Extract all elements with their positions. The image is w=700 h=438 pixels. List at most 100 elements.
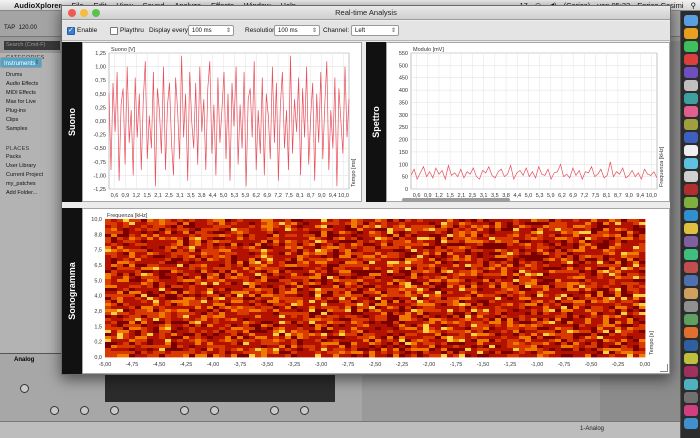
heatmap-cell bbox=[477, 246, 484, 250]
dock-app-icon[interactable] bbox=[684, 93, 698, 104]
browser-item-user-library[interactable]: User Library bbox=[0, 162, 61, 171]
knob-5[interactable] bbox=[180, 406, 189, 415]
dock-app-icon[interactable] bbox=[684, 80, 698, 91]
browser-item-instruments[interactable]: Instruments bbox=[0, 57, 43, 68]
heatmap-cells bbox=[105, 219, 646, 358]
heatmap-cell bbox=[537, 354, 544, 358]
spotlight-icon[interactable]: ⚲ bbox=[691, 1, 697, 10]
playthru-checkbox[interactable] bbox=[110, 27, 118, 35]
dock-app-icon[interactable] bbox=[684, 132, 698, 143]
dock-app-icon[interactable] bbox=[684, 353, 698, 364]
tap-button[interactable]: TAP bbox=[4, 25, 15, 31]
browser-search-input[interactable]: Search (Cmd-F) bbox=[4, 41, 60, 50]
browser-item-max-for-live[interactable]: Max for Live bbox=[0, 98, 61, 107]
browser-item-packs[interactable]: Packs bbox=[0, 153, 61, 162]
dock-app-icon[interactable] bbox=[684, 41, 698, 52]
knob-4[interactable] bbox=[110, 406, 119, 415]
heatmap-cell bbox=[327, 279, 334, 283]
dock-app-icon[interactable] bbox=[684, 314, 698, 325]
menu-app-name[interactable]: AudioXplorer bbox=[14, 1, 62, 10]
heatmap-cell bbox=[447, 309, 454, 313]
knob-2[interactable] bbox=[50, 406, 59, 415]
browser-item-midi-effects[interactable]: MIDI Effects bbox=[0, 89, 61, 98]
heatmap-cell bbox=[453, 348, 460, 352]
dock-app-icon[interactable] bbox=[684, 223, 698, 234]
zoom-icon[interactable] bbox=[92, 9, 100, 17]
tempo-value[interactable]: 120.00 bbox=[19, 25, 37, 31]
browser-item-drums[interactable]: Drums bbox=[0, 71, 61, 80]
dock-app-icon[interactable] bbox=[684, 379, 698, 390]
dock-app-icon[interactable] bbox=[684, 54, 698, 65]
knob-7[interactable] bbox=[270, 406, 279, 415]
dock-app-icon[interactable] bbox=[684, 145, 698, 156]
browser-item-my-patches[interactable]: my_patches bbox=[0, 180, 61, 189]
sonogram-chart[interactable]: 10,08,87,56,55,04,02,81,50,20,0-5,00 -4,7… bbox=[83, 209, 669, 373]
heatmap-cell bbox=[333, 267, 340, 271]
dock-app-icon[interactable] bbox=[684, 236, 698, 247]
browser-item-current-project[interactable]: Current Project bbox=[0, 171, 61, 180]
waveform-chart[interactable]: 1,251,000,750,500,250,00-0,25-0,50-0,75-… bbox=[83, 43, 361, 201]
heatmap-cell bbox=[369, 351, 376, 355]
heatmap-cell bbox=[351, 339, 358, 343]
dock-app-icon[interactable] bbox=[684, 15, 698, 26]
device-title[interactable]: Analog bbox=[14, 357, 34, 363]
enable-checkbox[interactable] bbox=[67, 26, 75, 35]
heatmap-cell bbox=[519, 321, 526, 325]
heatmap-cell bbox=[147, 255, 154, 259]
browser-item-samples[interactable]: Samples bbox=[0, 125, 61, 134]
close-icon[interactable] bbox=[68, 9, 76, 17]
channel-select[interactable]: Left bbox=[351, 25, 399, 36]
heatmap-cell bbox=[243, 285, 250, 289]
knob-1[interactable] bbox=[20, 384, 29, 393]
dock-app-icon[interactable] bbox=[684, 405, 698, 416]
dock-app-icon[interactable] bbox=[684, 392, 698, 403]
dock-app-icon[interactable] bbox=[684, 301, 698, 312]
x-tick-label: 3,8 bbox=[198, 193, 206, 199]
dock-app-icon[interactable] bbox=[684, 106, 698, 117]
spectrum-scrollbar[interactable] bbox=[402, 198, 510, 202]
heatmap-cell bbox=[207, 222, 214, 226]
resolution-select[interactable]: 100 ms bbox=[274, 25, 320, 36]
browser-item-clips[interactable]: Clips bbox=[0, 116, 61, 125]
sonogram-panel-label: Sonogramma bbox=[67, 262, 77, 320]
dock-app-icon[interactable] bbox=[684, 158, 698, 169]
knob-3[interactable] bbox=[80, 406, 89, 415]
dock-app-icon[interactable] bbox=[684, 275, 698, 286]
heatmap-cell bbox=[201, 294, 208, 298]
heatmap-cell bbox=[387, 264, 394, 268]
dock-app-icon[interactable] bbox=[684, 288, 698, 299]
dock-app-icon[interactable] bbox=[684, 119, 698, 130]
browser-item-add-folder[interactable]: Add Folder... bbox=[0, 189, 61, 198]
dock-app-icon[interactable] bbox=[684, 418, 698, 429]
knob-6[interactable] bbox=[210, 406, 219, 415]
browser-item-plug-ins[interactable]: Plug-ins bbox=[0, 107, 61, 116]
minimize-icon[interactable] bbox=[80, 9, 88, 17]
dock-app-icon[interactable] bbox=[684, 249, 698, 260]
knob-8[interactable] bbox=[300, 406, 309, 415]
heatmap-cell bbox=[327, 231, 334, 235]
spectrum-chart[interactable]: 5505004504003503002502001501005000,6 0,9 1… bbox=[387, 43, 669, 201]
heatmap-cell bbox=[417, 273, 424, 277]
tempo-display[interactable]: TAP 120.00 bbox=[4, 25, 37, 31]
dock-app-icon[interactable] bbox=[684, 184, 698, 195]
heatmap-cell bbox=[621, 237, 628, 241]
dock-app-icon[interactable] bbox=[684, 327, 698, 338]
dock-app-icon[interactable] bbox=[684, 67, 698, 78]
resize-grip[interactable] bbox=[660, 364, 668, 372]
dock-app-icon[interactable] bbox=[684, 171, 698, 182]
dock-app-icon[interactable] bbox=[684, 366, 698, 377]
dock-app-icon[interactable] bbox=[684, 28, 698, 39]
heatmap-cell bbox=[429, 231, 436, 235]
heatmap-cell bbox=[249, 312, 256, 316]
heatmap-cell bbox=[255, 264, 262, 268]
dock-app-icon[interactable] bbox=[684, 197, 698, 208]
dock-app-icon[interactable] bbox=[684, 210, 698, 221]
dock-app-icon[interactable] bbox=[684, 262, 698, 273]
browser-item-audio-effects[interactable]: Audio Effects bbox=[0, 80, 61, 89]
heatmap-cell bbox=[297, 351, 304, 355]
heatmap-cell bbox=[153, 294, 160, 298]
window-titlebar[interactable]: Real-time Analysis bbox=[62, 6, 670, 20]
dock-app-icon[interactable] bbox=[684, 340, 698, 351]
display-every-select[interactable]: 100 ms bbox=[188, 25, 234, 36]
heatmap-cell bbox=[555, 276, 562, 280]
